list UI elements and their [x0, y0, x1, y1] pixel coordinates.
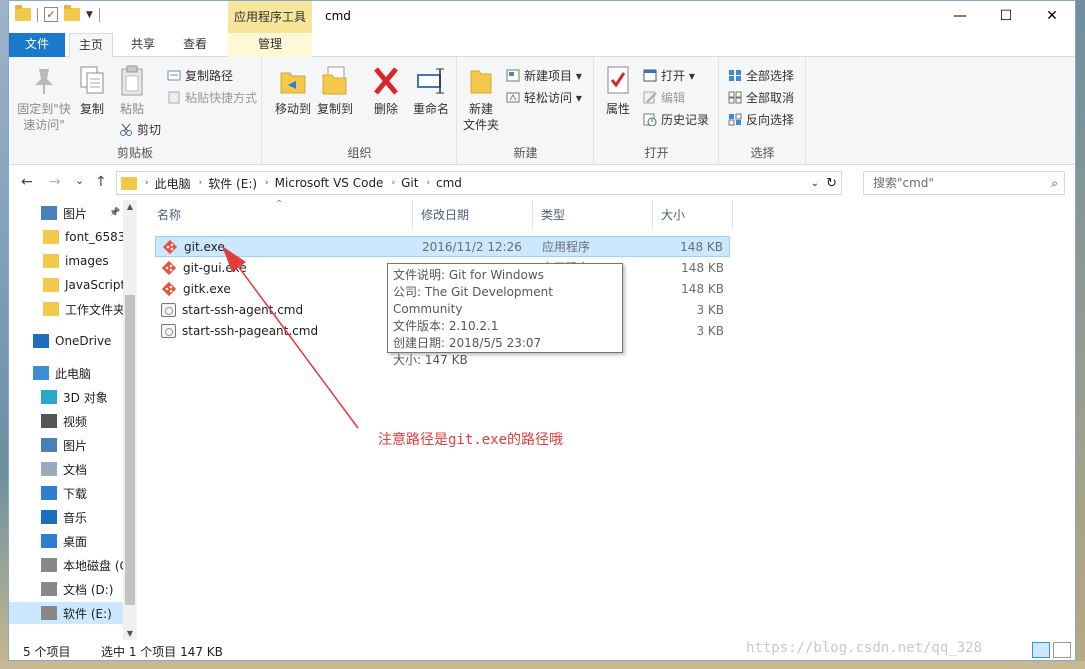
- annotation-arrow: [222, 246, 359, 429]
- annotation-text: 注意路径是git.exe的路径哦: [378, 432, 564, 448]
- watermark-text: https://blog.csdn.net/qq_328: [746, 640, 983, 656]
